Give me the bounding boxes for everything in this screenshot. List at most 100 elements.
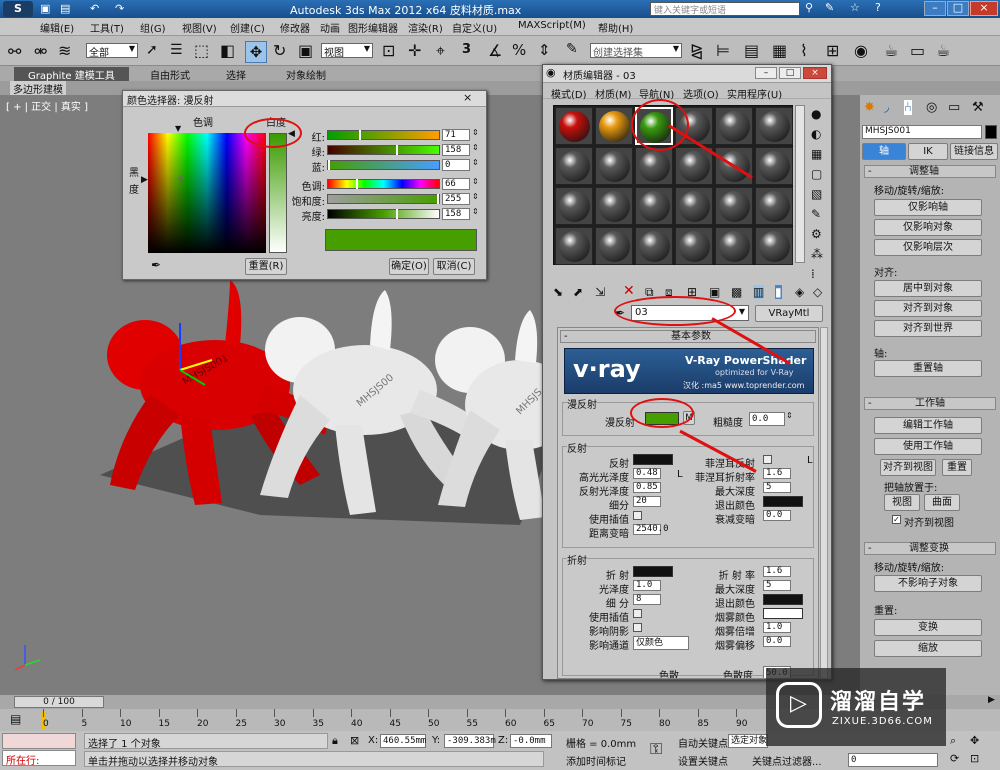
adjust-pivot-rollout[interactable]: - 调整轴 bbox=[864, 165, 996, 178]
next-frame-icon[interactable]: ▶ bbox=[988, 695, 995, 705]
param-color-swatch[interactable] bbox=[763, 496, 803, 507]
menu-item-4[interactable]: 创建(C) bbox=[230, 20, 265, 35]
frame-field[interactable]: 0 bbox=[848, 753, 938, 767]
manipulate-icon[interactable]: ✛ bbox=[408, 41, 421, 60]
align-to-object-button[interactable]: 对齐到对象 bbox=[874, 300, 982, 317]
material-sample-slot[interactable] bbox=[755, 227, 793, 265]
save-icon[interactable]: ▤ bbox=[60, 2, 70, 15]
rotate-icon[interactable]: ↻ bbox=[273, 41, 286, 60]
motion-tab-icon[interactable]: ◎ bbox=[926, 100, 937, 115]
hue-blackness-gradient[interactable]: ✛ bbox=[148, 133, 266, 253]
graphite-toggle-icon[interactable]: ▦ bbox=[772, 41, 787, 60]
reset-button[interactable]: 重置(R) bbox=[245, 258, 287, 275]
menu-item-6[interactable]: 动画 bbox=[320, 20, 340, 35]
align-to-view-button[interactable]: 对齐到视图 bbox=[880, 459, 936, 476]
key-icon[interactable]: ⚿ bbox=[650, 739, 662, 759]
go-to-parent-icon[interactable]: ▮ bbox=[775, 285, 782, 299]
select-move-button[interactable]: ✥ bbox=[245, 41, 267, 63]
add-time-tag-label[interactable]: 添加时间标记 bbox=[566, 753, 626, 768]
roughness-field[interactable]: 0.0 bbox=[749, 412, 785, 426]
dont-affect-children-button[interactable]: 不影响子对象 bbox=[874, 575, 982, 592]
view-button[interactable]: 视图 bbox=[884, 494, 920, 511]
use-working-pivot-button[interactable]: 使用工作轴 bbox=[874, 438, 982, 455]
material-sample-slot[interactable] bbox=[755, 107, 793, 145]
param-value-field[interactable]: 1.0 bbox=[763, 622, 791, 633]
material-sample-slot[interactable] bbox=[595, 187, 633, 225]
absolute-mode-icon[interactable]: ⊠ bbox=[350, 734, 359, 747]
material-sample-slot[interactable] bbox=[555, 147, 593, 185]
maximize-button[interactable]: □ bbox=[779, 67, 801, 79]
material-editor-icon[interactable]: ◉ bbox=[854, 41, 868, 60]
app-logo-icon[interactable]: S bbox=[3, 1, 33, 17]
material-sample-slot[interactable] bbox=[755, 147, 793, 185]
ribbon-tab-0[interactable]: Graphite 建模工具 bbox=[14, 67, 129, 82]
sample-type-icon[interactable]: ● bbox=[811, 107, 821, 121]
snap-toggle-icon[interactable]: ⌖ bbox=[436, 41, 445, 61]
menu-material[interactable]: 材质(M) bbox=[595, 86, 631, 101]
menu-utilities[interactable]: 实用程序(U) bbox=[727, 86, 782, 101]
unlink-icon[interactable]: ⚮ bbox=[34, 42, 47, 61]
material-sample-slot[interactable] bbox=[595, 147, 633, 185]
transform-button[interactable]: 变换 bbox=[874, 619, 982, 636]
quick-access-toolbar[interactable]: ▣ ▤ ↶ ↷ bbox=[40, 2, 160, 16]
select-object-icon[interactable]: ➚ bbox=[146, 42, 158, 58]
spinner-snap-icon[interactable]: ⇕ bbox=[538, 41, 551, 59]
named-selection-dropdown[interactable]: 创建选择集 ▼ bbox=[590, 43, 682, 59]
render-frame-icon[interactable]: ▭ bbox=[910, 41, 925, 60]
material-editor-titlebar[interactable]: ◉ 材质编辑器 - 03 – □ × bbox=[543, 65, 831, 83]
blackness-pointer-icon[interactable]: ▶ bbox=[141, 175, 148, 185]
undo-icon[interactable]: ↶ bbox=[90, 2, 99, 15]
menu-item-10[interactable]: MAXScript(M) bbox=[518, 20, 586, 31]
param-value-field[interactable]: 5 bbox=[763, 580, 791, 591]
options-icon[interactable]: ⚙ bbox=[811, 227, 822, 241]
channel-slider[interactable] bbox=[327, 130, 440, 140]
tab-ik[interactable]: IK bbox=[908, 143, 948, 160]
channel-slider[interactable] bbox=[327, 145, 440, 155]
surface-button[interactable]: 曲面 bbox=[924, 494, 960, 511]
put-to-scene-icon[interactable]: ⬈ bbox=[573, 285, 583, 299]
tools-icon[interactable]: ✎ bbox=[825, 1, 834, 14]
material-sample-slot[interactable] bbox=[555, 187, 593, 225]
object-color-swatch[interactable] bbox=[985, 125, 997, 139]
minimize-button[interactable]: – bbox=[755, 67, 777, 79]
material-sample-slot[interactable] bbox=[675, 147, 713, 185]
background-icon[interactable]: ▦ bbox=[811, 147, 822, 161]
param-value-field[interactable]: 0.85 bbox=[633, 482, 661, 493]
key-filters-label[interactable]: 关键点过滤器... bbox=[752, 753, 822, 768]
spinner-icon[interactable]: ⇕ bbox=[472, 207, 479, 216]
channel-value-field[interactable]: 158 bbox=[442, 144, 470, 156]
material-sample-slot[interactable] bbox=[635, 187, 673, 225]
y-coord-field[interactable]: -309.383m bbox=[444, 734, 496, 748]
material-sample-slot[interactable] bbox=[675, 187, 713, 225]
material-sample-slot[interactable] bbox=[635, 227, 673, 265]
params-scrollbar[interactable] bbox=[820, 327, 828, 679]
percent-snap-icon[interactable]: % bbox=[512, 41, 526, 59]
color-cursor-icon[interactable]: ✛ bbox=[177, 175, 185, 185]
param-value-field[interactable]: 1.6 bbox=[763, 468, 791, 479]
menu-mode[interactable]: 模式(D) bbox=[551, 86, 587, 101]
auto-key-label[interactable]: 自动关键点 bbox=[678, 735, 728, 750]
spinner-icon[interactable]: ⇕ bbox=[472, 128, 479, 137]
uv-tiling-icon[interactable]: ▢ bbox=[811, 167, 822, 181]
search-box[interactable]: 键入关键字或短语 bbox=[650, 2, 800, 16]
get-material-icon[interactable]: ⬊ bbox=[553, 285, 563, 299]
param-color-swatch[interactable] bbox=[633, 454, 673, 465]
snap-3d-label[interactable]: 3 bbox=[462, 42, 471, 57]
redo-icon[interactable]: ↷ bbox=[115, 2, 124, 15]
channel-slider[interactable] bbox=[327, 209, 440, 219]
make-preview-icon[interactable]: ✎ bbox=[811, 207, 821, 221]
menu-item-3[interactable]: 视图(V) bbox=[182, 20, 217, 35]
material-sample-slot[interactable] bbox=[715, 107, 753, 145]
lock-button[interactable]: L bbox=[677, 469, 683, 480]
angle-snap-icon[interactable]: ∡ bbox=[488, 41, 502, 60]
reset-pivot-button[interactable]: 重置轴 bbox=[874, 360, 982, 377]
param-value-field[interactable]: 0.0 bbox=[763, 636, 791, 647]
channel-slider-thumb[interactable] bbox=[356, 179, 359, 189]
param-checkbox[interactable] bbox=[633, 609, 642, 618]
param-value-field[interactable]: 5 bbox=[763, 482, 791, 493]
param-color-swatch[interactable] bbox=[763, 594, 803, 605]
backlight-icon[interactable]: ◐ bbox=[811, 127, 821, 141]
material-sample-slot[interactable] bbox=[595, 227, 633, 265]
render-production-icon[interactable]: ☕ bbox=[936, 41, 950, 60]
param-value-field[interactable]: 8 bbox=[633, 594, 661, 605]
